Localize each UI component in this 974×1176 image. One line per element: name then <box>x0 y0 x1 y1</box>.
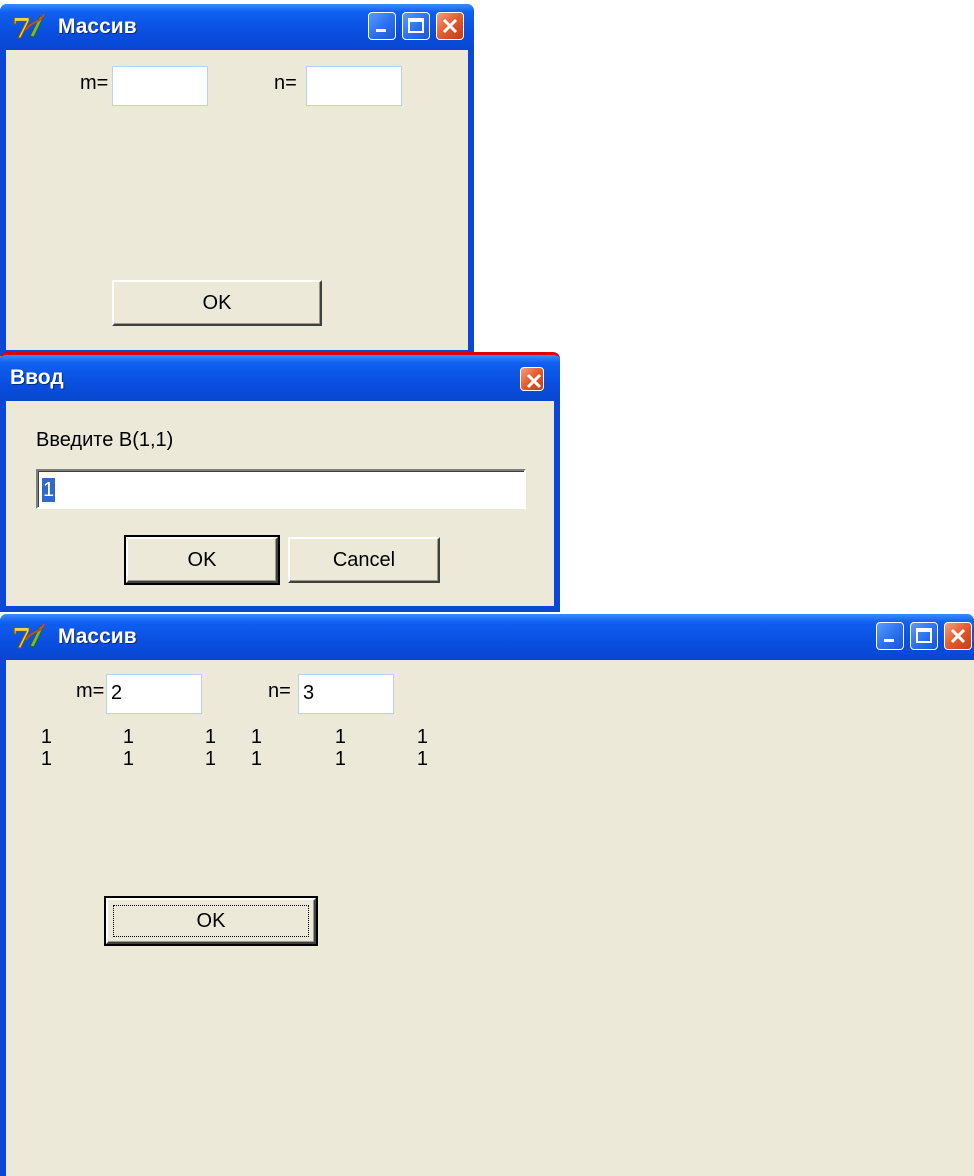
window-titlebar[interactable]: 7 Массив <box>0 614 974 660</box>
matrix-cell: 1 <box>40 726 52 748</box>
focus-indicator <box>113 905 309 937</box>
matrix-cell: 1 <box>40 748 52 770</box>
delphi-app-icon: 7 <box>12 622 45 654</box>
ok-button-label: OK <box>202 292 232 314</box>
matrix-cell: 1 <box>416 726 428 748</box>
ok-button[interactable]: OK <box>112 280 322 326</box>
matrix-cell: 1 <box>204 748 216 770</box>
n-input[interactable] <box>306 66 402 106</box>
matrix-cell: 1 <box>122 748 134 770</box>
n-input[interactable]: 3 <box>298 674 394 714</box>
minimize-icon <box>884 639 894 642</box>
n-label: n= <box>274 72 297 94</box>
dialog-client-area: Введите B(1,1) 1 OK Cancel <box>6 401 554 606</box>
matrix-cell: 1 <box>204 726 216 748</box>
close-button[interactable] <box>436 12 464 40</box>
value-input[interactable]: 1 <box>36 469 526 509</box>
matrix-cell: 1 <box>122 726 134 748</box>
minimize-button[interactable] <box>368 12 396 40</box>
maximize-icon <box>408 18 424 33</box>
m-label: m= <box>80 72 109 94</box>
maximize-button[interactable] <box>910 622 938 650</box>
m-input[interactable]: 2 <box>106 674 202 714</box>
window-titlebar[interactable]: 7 Массив <box>0 4 474 50</box>
m-label: m= <box>76 680 105 702</box>
dialog-titlebar[interactable]: Ввод <box>0 355 560 401</box>
matrix-cell: 1 <box>334 748 346 770</box>
maximize-icon <box>916 628 932 643</box>
ok-button-label: OK <box>187 549 217 571</box>
minimize-button[interactable] <box>876 622 904 650</box>
ok-button[interactable]: OK <box>124 535 280 585</box>
delphi-app-icon: 7 <box>12 12 45 44</box>
input-dialog: Ввод Введите B(1,1) 1 OK Cancel <box>0 352 560 612</box>
close-button[interactable] <box>520 367 544 391</box>
ok-button[interactable]: OK <box>104 896 318 946</box>
minimize-icon <box>376 29 386 32</box>
matrix-cell: 1 <box>250 748 262 770</box>
cancel-button-label: Cancel <box>332 549 396 571</box>
matrix-cell: 1 <box>250 726 262 748</box>
matrix-cell: 1 <box>334 726 346 748</box>
close-button[interactable] <box>944 622 972 650</box>
prompt-label: Введите B(1,1) <box>36 429 174 451</box>
close-icon <box>526 373 542 389</box>
close-icon <box>442 18 458 34</box>
window-client-area: m= 2 n= 3 1 1 1 1 1 1 1 1 1 1 1 1 OK <box>6 660 974 1176</box>
close-icon <box>950 628 966 644</box>
dialog-title: Ввод <box>10 366 64 389</box>
maximize-button[interactable] <box>402 12 430 40</box>
cancel-button[interactable]: Cancel <box>288 537 440 583</box>
m-input[interactable] <box>112 66 208 106</box>
window-title: Массив <box>58 15 137 38</box>
array-window-filled: 7 Массив m= 2 n= 3 1 1 1 1 1 1 1 1 1 1 1… <box>0 614 974 1176</box>
matrix-cell: 1 <box>416 748 428 770</box>
n-label: n= <box>268 680 291 702</box>
window-client-area: m= n= OK <box>6 50 468 350</box>
selected-value: 1 <box>42 477 56 502</box>
window-title: Массив <box>58 625 137 648</box>
array-window-empty: 7 Массив m= n= OK <box>0 4 474 356</box>
